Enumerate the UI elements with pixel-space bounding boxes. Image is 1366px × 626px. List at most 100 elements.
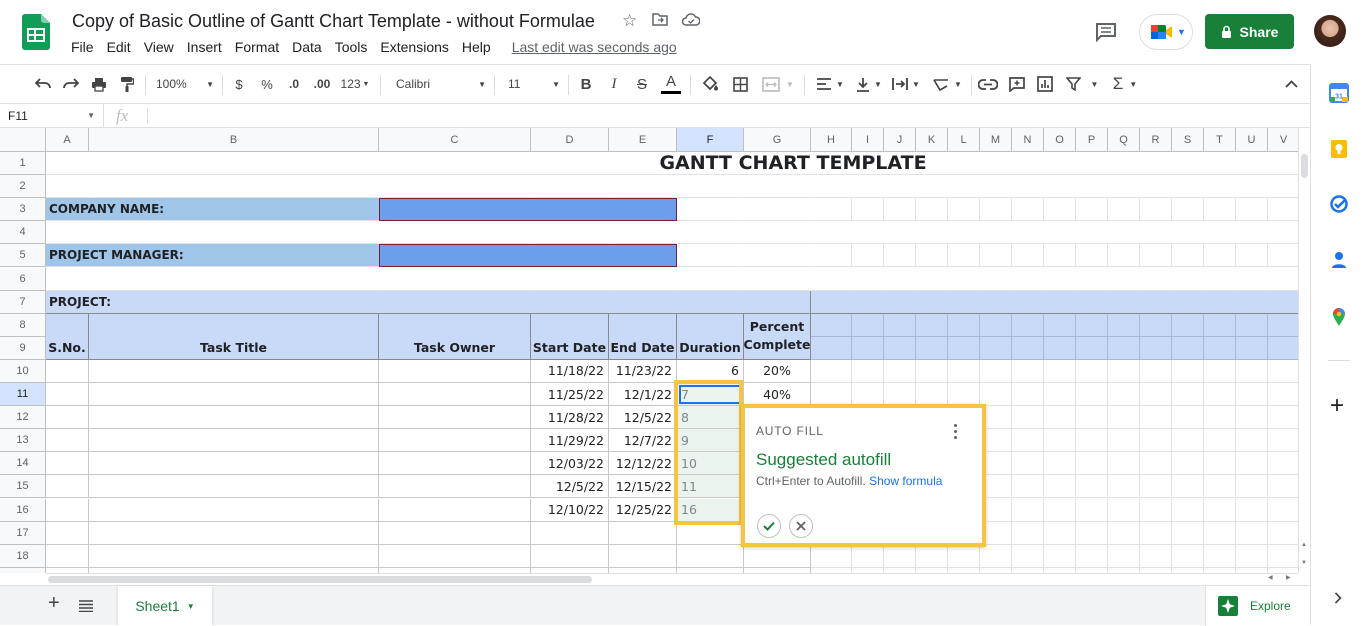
- cell-v8[interactable]: [1268, 313, 1298, 337]
- row-header-17[interactable]: 17: [0, 521, 46, 545]
- cell-a11[interactable]: [46, 383, 89, 407]
- menu-file[interactable]: File: [71, 39, 94, 57]
- vertical-scroll-thumb[interactable]: [1301, 154, 1308, 178]
- cell-g18[interactable]: [744, 544, 811, 568]
- cell-r8[interactable]: [1140, 313, 1172, 337]
- cell-b10[interactable]: [89, 359, 379, 383]
- cell-o16[interactable]: [1044, 498, 1076, 522]
- cell-s9[interactable]: [1172, 336, 1204, 360]
- cell-g6[interactable]: [744, 268, 811, 291]
- table-row-14-start-date[interactable]: 12/03/22: [531, 452, 609, 476]
- cell-c4[interactable]: [379, 221, 531, 245]
- cell-j11[interactable]: [884, 383, 916, 407]
- cell-l8[interactable]: [948, 313, 980, 337]
- scroll-right-icon[interactable]: ▶: [1286, 574, 1291, 581]
- fill-color-icon[interactable]: [700, 73, 720, 95]
- avatar[interactable]: [1314, 15, 1346, 47]
- row-header-10[interactable]: 10: [0, 359, 46, 383]
- cell-e4[interactable]: [609, 221, 677, 245]
- cell-v18[interactable]: [1268, 545, 1298, 568]
- row-header-5[interactable]: 5: [0, 244, 46, 268]
- cell-c16[interactable]: [379, 498, 531, 522]
- tasks-icon[interactable]: [1330, 195, 1348, 213]
- filter-icon[interactable]: ▼: [1064, 73, 1100, 95]
- cell-r11[interactable]: [1140, 383, 1172, 407]
- cell-r5[interactable]: [1140, 244, 1172, 268]
- cell-l9[interactable]: [948, 336, 980, 360]
- cell-m6[interactable]: [980, 268, 1012, 291]
- cell-j10[interactable]: [884, 359, 916, 383]
- cell-i11[interactable]: [852, 383, 884, 407]
- cell-m11[interactable]: [980, 383, 1012, 407]
- cell-k10[interactable]: [916, 359, 948, 383]
- cell-t11[interactable]: [1204, 383, 1236, 407]
- cell-h8[interactable]: [811, 313, 852, 337]
- cell-i8[interactable]: [852, 313, 884, 337]
- cell-p14[interactable]: [1076, 452, 1108, 476]
- cell-n17[interactable]: [1012, 521, 1044, 545]
- cell-n3[interactable]: [1012, 198, 1044, 222]
- row-header-6[interactable]: 6: [0, 267, 46, 291]
- table-row-15-duration[interactable]: 11: [677, 475, 744, 499]
- column-header-u[interactable]: U: [1236, 128, 1268, 152]
- cell-l3[interactable]: [948, 198, 980, 222]
- row-header-15[interactable]: 15: [0, 475, 46, 499]
- cell-p2[interactable]: [1076, 175, 1108, 199]
- redo-icon[interactable]: [62, 73, 80, 95]
- cell-u3[interactable]: [1236, 198, 1268, 222]
- cell-r2[interactable]: [1140, 175, 1172, 199]
- cell-i9[interactable]: [852, 336, 884, 360]
- cell-j2[interactable]: [884, 175, 916, 199]
- cell-u9[interactable]: [1236, 336, 1268, 360]
- cell-q4[interactable]: [1108, 221, 1140, 245]
- table-row-15-start-date[interactable]: 12/5/22: [531, 475, 609, 499]
- column-header-s[interactable]: S: [1172, 128, 1204, 152]
- table-row-13-end-date[interactable]: 12/7/22: [609, 429, 677, 453]
- cell-q8[interactable]: [1108, 313, 1140, 337]
- star-icon[interactable]: ☆: [622, 11, 637, 31]
- cell-l2[interactable]: [948, 175, 980, 199]
- row-header-9[interactable]: 9: [0, 336, 46, 360]
- cell-v5[interactable]: [1268, 244, 1298, 268]
- column-header-h[interactable]: H: [811, 128, 852, 152]
- cell-c17[interactable]: [379, 521, 531, 545]
- more-options-icon[interactable]: [951, 422, 959, 440]
- cell-i4[interactable]: [852, 221, 884, 245]
- cell-l18[interactable]: [948, 544, 980, 568]
- cell-j4[interactable]: [884, 221, 916, 245]
- cell-n12[interactable]: [1012, 406, 1044, 430]
- cell-u14[interactable]: [1236, 452, 1268, 476]
- name-box[interactable]: F11 ▼: [0, 104, 104, 127]
- cell-n16[interactable]: [1012, 498, 1044, 522]
- cell-s13[interactable]: [1172, 429, 1204, 453]
- cell-g5[interactable]: [744, 244, 811, 268]
- cell-q5[interactable]: [1108, 244, 1140, 268]
- cell-v10[interactable]: [1268, 360, 1298, 383]
- cell-v12[interactable]: [1268, 406, 1298, 430]
- column-header-v[interactable]: V: [1268, 128, 1298, 152]
- cell-n13[interactable]: [1012, 429, 1044, 453]
- cell-q17[interactable]: [1108, 521, 1140, 545]
- row-header-2[interactable]: 2: [0, 175, 46, 199]
- formula-input[interactable]: [156, 104, 1296, 127]
- cell-q13[interactable]: [1108, 429, 1140, 453]
- cell-r14[interactable]: [1140, 452, 1172, 476]
- cell-u4[interactable]: [1236, 221, 1268, 245]
- cell-a14[interactable]: [46, 452, 89, 476]
- cell-h18[interactable]: [811, 544, 852, 568]
- functions-icon[interactable]: Σ ▼: [1110, 73, 1140, 95]
- cell-r6[interactable]: [1140, 268, 1172, 291]
- table-row-16-end-date[interactable]: 12/25/22: [609, 498, 677, 522]
- table-row-10-percent[interactable]: 20%: [744, 359, 811, 383]
- cell-r4[interactable]: [1140, 221, 1172, 245]
- share-button[interactable]: Share: [1205, 14, 1294, 49]
- increase-decimal-button[interactable]: .00: [310, 73, 334, 95]
- cell-c14[interactable]: [379, 452, 531, 476]
- cell-a6[interactable]: [46, 268, 89, 291]
- cell-f2[interactable]: [677, 175, 744, 199]
- cell-k11[interactable]: [916, 383, 948, 407]
- cell-q16[interactable]: [1108, 498, 1140, 522]
- cell-m9[interactable]: [980, 336, 1012, 360]
- cell-n15[interactable]: [1012, 475, 1044, 499]
- contacts-icon[interactable]: [1331, 251, 1347, 269]
